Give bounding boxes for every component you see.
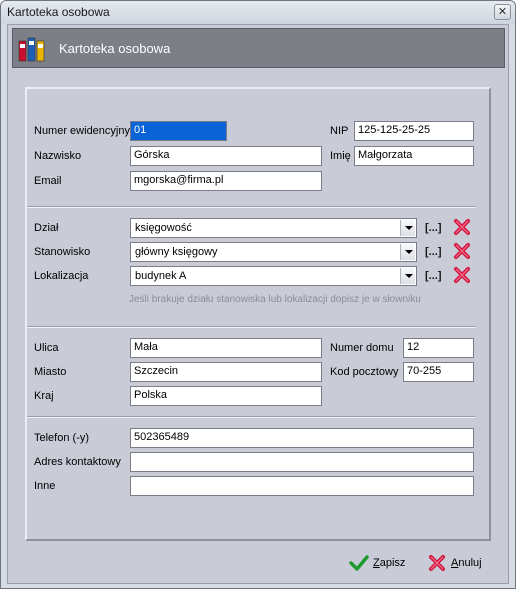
- inne-input[interactable]: [130, 476, 474, 496]
- lokalizacja-browse-button[interactable]: [...]: [425, 270, 442, 282]
- divider: [27, 416, 475, 418]
- kraj-input[interactable]: Polska: [130, 386, 322, 406]
- lokalizacja-select[interactable]: budynek A: [130, 266, 417, 286]
- miasto-input[interactable]: Szczecin: [130, 362, 322, 382]
- dzial-value: księgowość: [135, 222, 192, 234]
- stanowisko-browse-button[interactable]: [...]: [425, 246, 442, 258]
- lokalizacja-delete-icon[interactable]: [453, 266, 471, 284]
- label-kod-pocztowy: Kod pocztowy: [330, 366, 399, 378]
- save-button-label: Zapisz: [373, 557, 406, 569]
- adres-kontaktowy-input[interactable]: [130, 452, 474, 472]
- cancel-button[interactable]: Anuluj: [427, 552, 487, 574]
- close-icon: ✕: [497, 6, 508, 18]
- numer-ewidencyjny-input[interactable]: 01: [130, 121, 227, 141]
- stanowisko-select[interactable]: główny księgowy: [130, 242, 417, 262]
- label-nip: NIP: [330, 125, 349, 137]
- label-stanowisko: Stanowisko: [34, 246, 91, 258]
- label-inne: Inne: [34, 480, 56, 492]
- dictionary-hint: Jeśli brakuje działu stanowiska lub loka…: [129, 294, 421, 305]
- ulica-input[interactable]: Mała: [130, 338, 322, 358]
- app-window: Kartoteka osobowa ✕ Kartoteka osobowa Nu…: [0, 0, 516, 589]
- cancel-button-label: Anuluj: [451, 557, 482, 569]
- email-input[interactable]: mgorska@firma.pl: [130, 171, 322, 191]
- label-telefon: Telefon (-y): [34, 432, 90, 444]
- nip-input[interactable]: 125-125-25-25: [354, 121, 474, 141]
- label-lokalizacja: Lokalizacja: [34, 270, 89, 282]
- label-numer-domu: Numer domu: [330, 342, 394, 354]
- label-kraj: Kraj: [34, 390, 54, 402]
- divider: [27, 206, 475, 208]
- dzial-delete-icon[interactable]: [453, 218, 471, 236]
- telefon-input[interactable]: 502365489: [130, 428, 474, 448]
- lokalizacja-value: budynek A: [135, 270, 187, 282]
- label-numer-ewidencyjny: Numer ewidencyjny: [34, 125, 130, 137]
- dialog-header: Kartoteka osobowa: [12, 28, 505, 68]
- dzial-select[interactable]: księgowość: [130, 218, 417, 238]
- label-ulica: Ulica: [34, 342, 59, 354]
- cancel-x-icon: [429, 555, 445, 571]
- label-nazwisko: Nazwisko: [34, 150, 82, 162]
- numer-domu-input[interactable]: 12: [403, 338, 474, 358]
- dzial-browse-button[interactable]: [...]: [425, 222, 442, 234]
- kod-pocztowy-input[interactable]: 70-255: [403, 362, 474, 382]
- checkmark-icon: [349, 555, 369, 571]
- label-email: Email: [34, 175, 62, 187]
- label-miasto: Miasto: [34, 366, 67, 378]
- folders-icon: [18, 37, 45, 62]
- label-dzial: Dział: [34, 222, 59, 234]
- window-title: Kartoteka osobowa: [7, 5, 110, 19]
- imie-input[interactable]: Małgorzata: [354, 146, 474, 166]
- save-button[interactable]: Zapisz: [349, 552, 411, 574]
- label-adres-kontaktowy: Adres kontaktowy: [34, 456, 121, 468]
- stanowisko-delete-icon[interactable]: [453, 242, 471, 260]
- chevron-down-icon[interactable]: [400, 244, 415, 260]
- chevron-down-icon[interactable]: [400, 220, 415, 236]
- nazwisko-input[interactable]: Górska: [130, 146, 322, 166]
- close-button[interactable]: ✕: [494, 4, 511, 20]
- title-bar: Kartoteka osobowa ✕: [1, 1, 515, 24]
- chevron-down-icon[interactable]: [400, 268, 415, 284]
- stanowisko-value: główny księgowy: [135, 246, 218, 258]
- header-title: Kartoteka osobowa: [59, 41, 171, 56]
- divider: [27, 326, 475, 328]
- label-imie: Imię: [330, 150, 351, 162]
